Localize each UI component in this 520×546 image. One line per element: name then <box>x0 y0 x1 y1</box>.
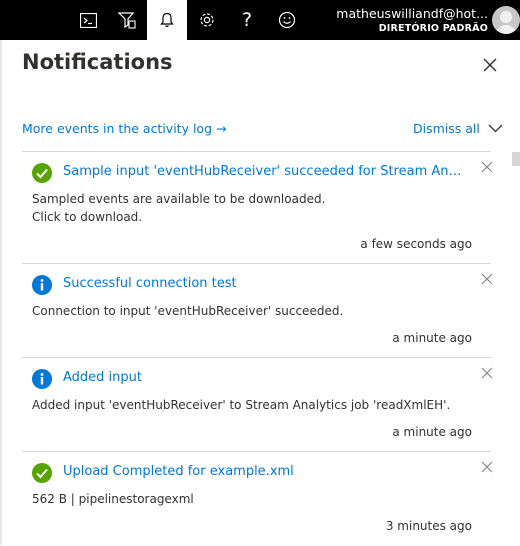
notification-card[interactable]: Successful connection test Connection to… <box>22 263 493 358</box>
activity-log-link-label: More events in the activity log <box>22 121 213 136</box>
notification-time: a minute ago <box>392 425 472 439</box>
user-directory: DIRETÓRIO PADRÃO <box>378 23 488 34</box>
click-to-download-link[interactable]: Click to download. <box>32 208 325 226</box>
close-panel-icon[interactable] <box>480 55 500 75</box>
notification-body: 562 B | pipelinestoragexml <box>32 492 194 506</box>
chevron-down-icon <box>488 124 503 133</box>
notification-time: a few seconds ago <box>360 237 472 251</box>
dismiss-notification-icon[interactable] <box>481 273 493 285</box>
dismiss-notification-icon[interactable] <box>481 367 493 379</box>
help-icon[interactable]: ? <box>227 0 267 40</box>
avatar[interactable] <box>492 6 520 34</box>
account-menu[interactable]: matheuswilliandf@hot... DIRETÓRIO PADRÃO <box>336 6 488 34</box>
notification-card[interactable]: Sample input 'eventHubReceiver' succeede… <box>22 151 493 264</box>
dismiss-all-button[interactable]: Dismiss all <box>413 121 503 136</box>
panel-title: Notifications <box>22 50 173 74</box>
help-glyph: ? <box>241 9 253 31</box>
user-email: matheuswilliandf@hot... <box>336 6 488 21</box>
notification-title[interactable]: Added input <box>63 370 468 385</box>
notification-card[interactable]: Added input Added input 'eventHubReceive… <box>22 357 493 452</box>
notification-body-line: Sampled events are available to be downl… <box>32 192 326 206</box>
notification-body: Added input 'eventHubReceiver' to Stream… <box>32 398 451 412</box>
scrollbar-thumb[interactable] <box>512 152 520 166</box>
cloud-shell-icon[interactable] <box>68 0 108 40</box>
info-icon <box>32 369 52 389</box>
notification-card[interactable]: Upload Completed for example.xml 562 B |… <box>22 451 493 546</box>
success-check-icon <box>32 463 52 483</box>
notification-time: 3 minutes ago <box>385 519 472 533</box>
activity-log-link[interactable]: More events in the activity log → <box>22 121 226 136</box>
feedback-smiley-icon[interactable] <box>267 0 307 40</box>
dismiss-notification-icon[interactable] <box>481 161 493 173</box>
info-icon <box>32 275 52 295</box>
notification-title[interactable]: Sample input 'eventHubReceiver' succeede… <box>63 164 468 179</box>
background-edge <box>0 0 2 545</box>
avatar-head-shape <box>500 11 512 23</box>
dismiss-all-label: Dismiss all <box>413 121 480 136</box>
dismiss-notification-icon[interactable] <box>481 461 493 473</box>
notification-time: a minute ago <box>392 331 472 345</box>
notification-title[interactable]: Successful connection test <box>63 276 468 291</box>
notification-body: Sampled events are available to be downl… <box>32 190 325 226</box>
settings-gear-icon[interactable] <box>187 0 227 40</box>
top-bar: ? matheuswilliandf@hot... DIRETÓRIO PADR… <box>0 0 520 40</box>
success-check-icon <box>32 163 52 183</box>
directory-filter-icon[interactable] <box>107 0 147 40</box>
notification-title[interactable]: Upload Completed for example.xml <box>63 464 468 479</box>
notifications-bell-icon[interactable] <box>147 0 187 40</box>
arrow-right-icon: → <box>216 121 227 136</box>
notification-body: Connection to input 'eventHubReceiver' s… <box>32 304 344 318</box>
avatar-body-shape <box>495 25 517 34</box>
